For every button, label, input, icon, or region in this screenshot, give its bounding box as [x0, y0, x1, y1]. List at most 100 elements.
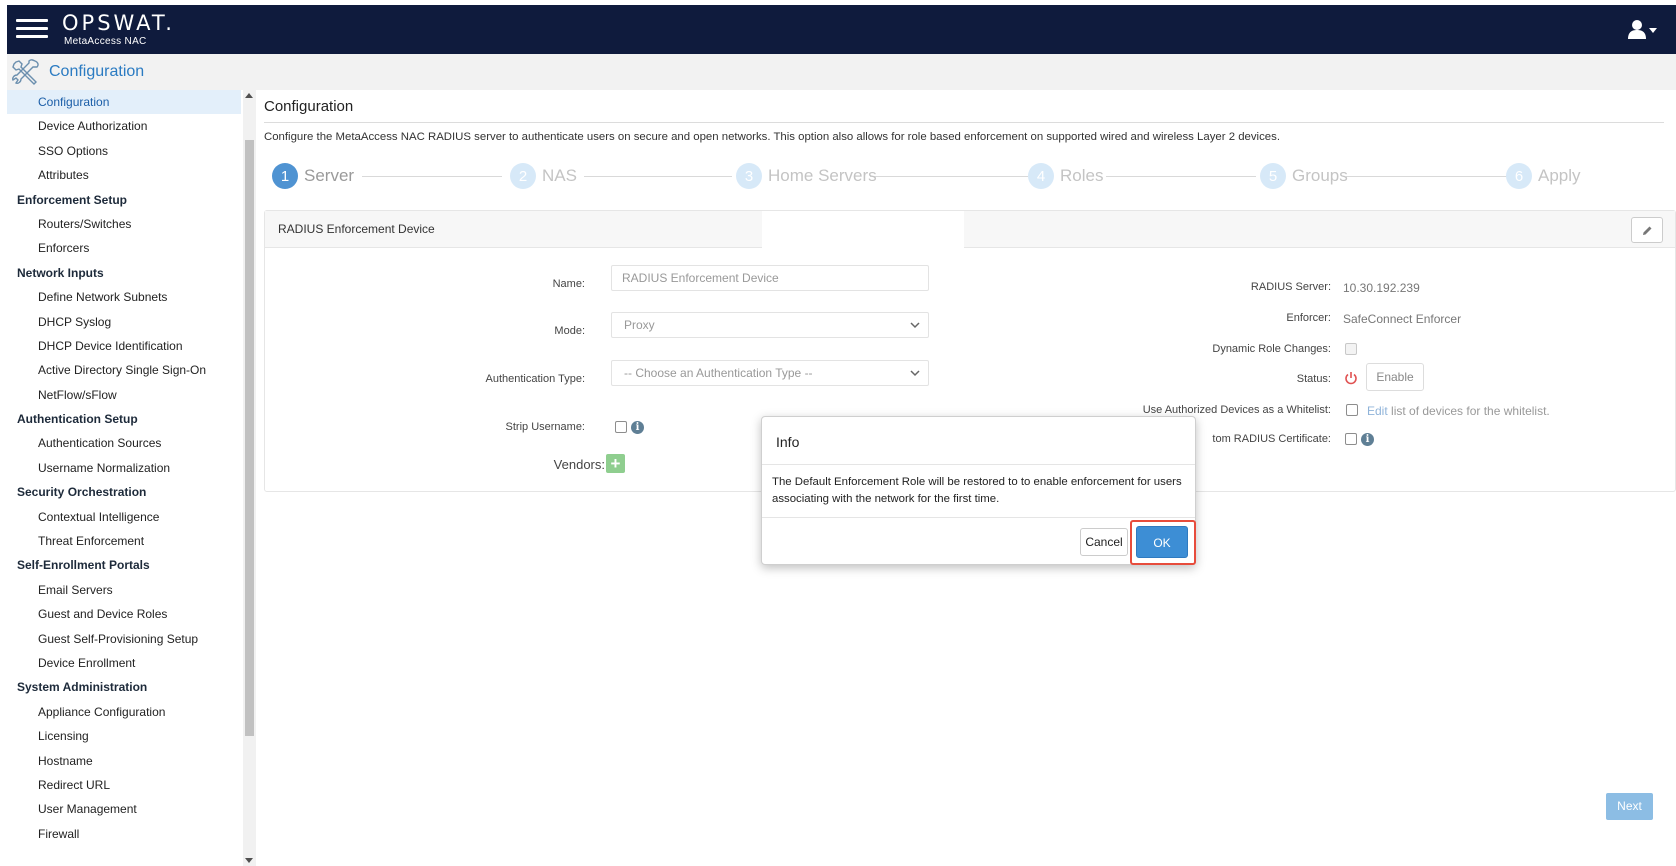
sidebar-item-appliance-configuration[interactable]: Appliance Configuration	[7, 700, 241, 724]
info-icon[interactable]: i	[1361, 433, 1374, 446]
wizard-step-nas[interactable]: 2 NAS	[510, 162, 577, 190]
sidebar-item-email-servers[interactable]: Email Servers	[7, 578, 241, 602]
sidebar-nav: Configuration Device Authorization SSO Opt…	[7, 90, 241, 846]
dialog-divider	[762, 517, 1195, 518]
sidebar-item-user-management[interactable]: User Management	[7, 797, 241, 821]
auth-type-label: Authentication Type:	[485, 373, 585, 385]
step-label: Home Servers	[768, 166, 877, 185]
sidebar-item-dhcp-syslog[interactable]: DHCP Syslog	[7, 310, 241, 334]
title-divider	[264, 122, 1664, 123]
step-label: Apply	[1538, 166, 1581, 185]
sidebar-item-authentication-sources[interactable]: Authentication Sources	[7, 431, 241, 455]
sidebar-item-attributes[interactable]: Attributes	[7, 163, 241, 187]
sidebar-item-device-authorization[interactable]: Device Authorization	[7, 114, 241, 138]
sidebar-item-configuration[interactable]: Configuration	[7, 90, 241, 115]
step-label: Roles	[1060, 166, 1104, 185]
sidebar-item-routers-switches[interactable]: Routers/Switches	[7, 212, 241, 236]
sidebar-group-system-administration[interactable]: System Administration	[7, 675, 241, 699]
wizard-step-home-servers[interactable]: 3 Home Servers	[736, 162, 877, 190]
sidebar-group-authentication-setup[interactable]: Authentication Setup	[7, 407, 241, 431]
scroll-down-arrow-icon[interactable]	[245, 858, 253, 863]
whitelist-edit-link[interactable]: Edit	[1367, 404, 1388, 418]
panel-header-gap	[762, 211, 964, 249]
step-label: Server	[304, 166, 355, 185]
strip-username-checkbox[interactable]	[615, 421, 627, 433]
sidebar: Configuration Device Authorization SSO Opt…	[7, 90, 256, 866]
auth-type-select[interactable]: -- Choose an Authentication Type --	[611, 360, 929, 386]
section-title: Configuration	[49, 63, 145, 80]
sidebar-item-device-enrollment[interactable]: Device Enrollment	[7, 651, 241, 675]
hamburger-menu-icon[interactable]	[16, 19, 48, 39]
name-label: Name:	[552, 278, 585, 290]
page-title: Configuration	[264, 98, 354, 115]
tools-icon	[12, 58, 40, 86]
sidebar-group-network-inputs[interactable]: Network Inputs	[7, 261, 241, 285]
sidebar-group-security-orchestration[interactable]: Security Orchestration	[7, 480, 241, 504]
chevron-down-icon	[910, 370, 920, 377]
step-label: NAS	[542, 166, 577, 185]
chevron-down-icon	[910, 322, 920, 329]
wizard-step-groups[interactable]: 5 Groups	[1260, 162, 1348, 190]
sidebar-item-hostname[interactable]: Hostname	[7, 749, 241, 773]
step-connector	[1346, 176, 1508, 177]
name-input[interactable]: RADIUS Enforcement Device	[611, 265, 929, 291]
wizard-step-roles[interactable]: 4 Roles	[1028, 162, 1103, 190]
sidebar-item-contextual-intelligence[interactable]: Contextual Intelligence	[7, 505, 241, 529]
sidebar-item-netflow-sflow[interactable]: NetFlow/sFlow	[7, 383, 241, 407]
scrollbar-thumb[interactable]	[245, 140, 254, 736]
sidebar-item-redirect-url[interactable]: Redirect URL	[7, 773, 241, 797]
dialog-divider	[762, 464, 1195, 465]
sidebar-item-threat-enforcement[interactable]: Threat Enforcement	[7, 529, 241, 553]
whitelist-checkbox[interactable]	[1346, 404, 1358, 416]
radius-server-value: 10.30.192.239	[1343, 281, 1420, 295]
mode-select[interactable]: Proxy	[611, 312, 929, 338]
sidebar-group-enforcement-setup[interactable]: Enforcement Setup	[7, 188, 241, 212]
product-name: MetaAccess NAC	[64, 36, 147, 47]
sidebar-item-guest-self-provisioning-setup[interactable]: Guest Self-Provisioning Setup	[7, 627, 241, 651]
sidebar-item-username-normalization[interactable]: Username Normalization	[7, 456, 241, 480]
wizard-steps: 1 Server 2 NAS 3 Home Servers 4 Roles 5 …	[272, 162, 1676, 192]
top-bar: OPSWAT. MetaAccess NAC	[7, 5, 1676, 54]
panel-header: RADIUS Enforcement Device	[265, 211, 1675, 249]
cert-checkbox[interactable]	[1345, 433, 1357, 445]
cancel-button[interactable]: Cancel	[1080, 528, 1128, 556]
sidebar-item-define-network-subnets[interactable]: Define Network Subnets	[7, 285, 241, 309]
cert-label: tom RADIUS Certificate:	[1212, 433, 1331, 445]
step-number: 1	[272, 163, 298, 189]
step-number: 3	[736, 163, 762, 189]
brand-logo: OPSWAT.	[62, 11, 175, 35]
step-number: 2	[510, 163, 536, 189]
edit-button[interactable]	[1631, 217, 1663, 243]
app-root: OPSWAT. MetaAccess NAC Configuration Con…	[0, 0, 1676, 866]
mode-value: Proxy	[624, 318, 655, 332]
step-label: Groups	[1292, 166, 1348, 185]
add-vendor-button[interactable]: +	[606, 454, 625, 473]
sidebar-item-dhcp-device-identification[interactable]: DHCP Device Identification	[7, 334, 241, 358]
next-button[interactable]: Next	[1606, 793, 1653, 820]
info-dialog: Info The Default Enforcement Role will b…	[761, 416, 1196, 565]
step-number: 6	[1506, 163, 1532, 189]
sidebar-item-firewall[interactable]: Firewall	[7, 822, 241, 846]
sidebar-item-sso-options[interactable]: SSO Options	[7, 139, 241, 163]
sidebar-item-enforcers[interactable]: Enforcers	[7, 236, 241, 260]
enforcer-value: SafeConnect Enforcer	[1343, 312, 1462, 326]
user-dropdown-icon[interactable]	[1628, 19, 1658, 41]
dialog-title: Info	[776, 434, 800, 450]
step-connector	[1106, 176, 1256, 177]
sidebar-item-active-directory-single-sign-on[interactable]: Active Directory Single Sign-On	[7, 358, 241, 382]
ok-button[interactable]: OK	[1136, 526, 1188, 558]
sidebar-item-licensing[interactable]: Licensing	[7, 724, 241, 748]
wizard-step-apply[interactable]: 6 Apply	[1506, 162, 1581, 190]
step-connector	[870, 176, 1028, 177]
scroll-up-arrow-icon[interactable]	[245, 93, 253, 98]
sidebar-group-self-enrollment-portals[interactable]: Self-Enrollment Portals	[7, 553, 241, 577]
vendors-label: Vendors:	[553, 457, 605, 472]
wizard-step-server[interactable]: 1 Server	[272, 162, 354, 190]
pencil-icon	[1643, 226, 1652, 235]
enable-button[interactable]: Enable	[1366, 363, 1424, 391]
sidebar-item-guest-and-device-roles[interactable]: Guest and Device Roles	[7, 602, 241, 626]
info-icon[interactable]: i	[631, 421, 644, 434]
enforcer-label: Enforcer:	[1286, 312, 1331, 324]
sidebar-scrollbar[interactable]	[243, 90, 256, 866]
dialog-message: The Default Enforcement Role will be res…	[772, 476, 1182, 505]
